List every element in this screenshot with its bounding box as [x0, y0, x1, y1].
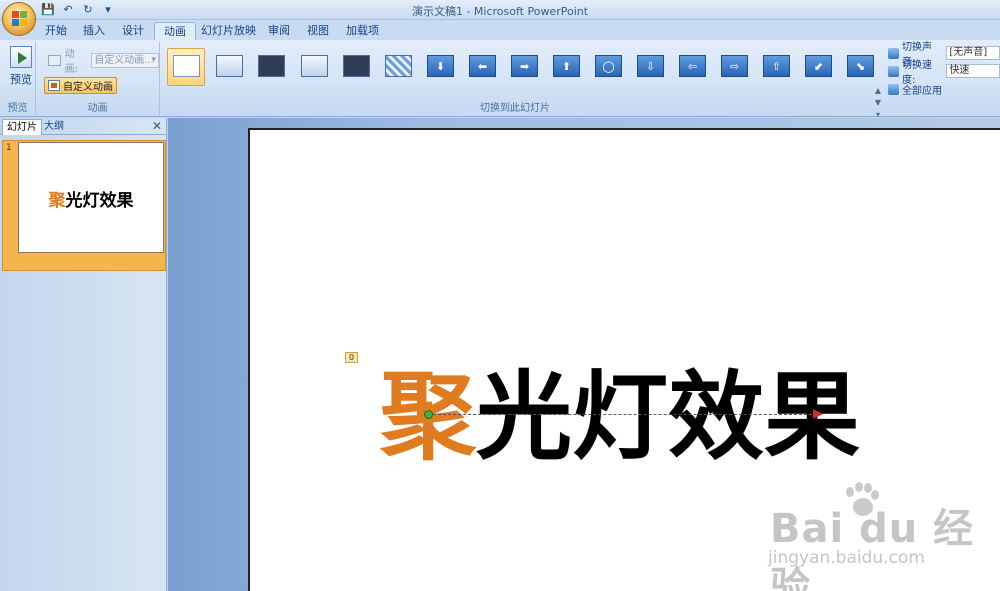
slide-thumbnail[interactable]: 聚光灯效果: [18, 142, 164, 253]
wipe-right-icon: ➡: [511, 55, 538, 77]
thumbnail-title-first: 聚: [48, 191, 66, 211]
transition-cover-left-down[interactable]: ⬋: [799, 48, 837, 86]
ribbon: 预览 预览 动画: 自定义动画... 自定义动画 动画 切换到此幻灯片 ⬇ ⬅ …: [0, 40, 1000, 119]
fade-black-icon: [258, 55, 285, 77]
thumbnail-title-rest: 光灯效果: [65, 191, 134, 211]
transition-gallery: ⬇ ⬅ ➡ ⬆ ◯ ⇩ ⇦ ⇨ ⇧ ⬋ ⬊: [165, 48, 875, 92]
tab-home[interactable]: 开始: [36, 22, 76, 41]
baidu-jingyan-watermark: Bai du 经验 jingyan.baidu.com: [760, 478, 1000, 591]
motion-path[interactable]: [428, 414, 822, 415]
preview-icon: [10, 46, 32, 68]
tab-slides[interactable]: 幻灯片: [2, 119, 42, 135]
slide-thumbnail-title: 聚光灯效果: [19, 186, 163, 211]
slide-title-rest: 光灯效果: [476, 361, 860, 473]
gallery-down-icon[interactable]: ▼: [873, 97, 883, 109]
transition-cover-up[interactable]: ⇧: [757, 48, 795, 86]
transition-cover-right[interactable]: ⇨: [715, 48, 753, 86]
animation-group-label: 动画: [87, 103, 108, 114]
tab-review[interactable]: 审阅: [259, 22, 299, 41]
cover-up-icon: ⇧: [763, 55, 790, 77]
wipe-left-icon: ⬅: [469, 55, 496, 77]
circle-icon: ◯: [595, 55, 622, 77]
office-logo-icon: [12, 11, 28, 27]
tab-slideshow[interactable]: 幻灯片放映: [192, 22, 265, 41]
preview-group: 预览 预览: [0, 42, 36, 115]
transition-speed-select[interactable]: 快速: [946, 64, 1000, 78]
slide-title[interactable]: 聚光灯效果: [380, 362, 860, 472]
title-bar: 💾 ↶ ↻ ▾ 演示文稿1 - Microsoft PowerPoint: [0, 0, 1000, 20]
transition-wipe-down[interactable]: ⬇: [421, 48, 459, 86]
apply-all-icon: [888, 83, 899, 95]
transition-fade-black[interactable]: [252, 48, 290, 86]
motion-path-start-icon[interactable]: [424, 410, 433, 419]
dissolve-icon: [385, 55, 412, 77]
apply-all-button[interactable]: 全部应用: [888, 80, 1000, 98]
animate-select[interactable]: 自定义动画...: [91, 52, 159, 68]
cut-icon: [301, 55, 328, 77]
transition-wipe-up[interactable]: ⬆: [547, 48, 585, 86]
transition-fade-smoothly[interactable]: [210, 48, 248, 86]
cover-down-icon: ⇩: [637, 55, 664, 77]
tab-insert[interactable]: 插入: [74, 22, 114, 41]
tab-outline[interactable]: 大纲: [40, 119, 68, 135]
custom-animation-label: 自定义动画: [63, 82, 113, 93]
preview-group-label: 预览: [7, 103, 28, 114]
slide-thumbnail-item[interactable]: 1 聚光灯效果: [2, 140, 166, 271]
motion-path-end-icon[interactable]: [813, 409, 823, 419]
custom-animation-button[interactable]: 自定义动画: [44, 77, 117, 94]
speed-icon: [888, 65, 899, 77]
wipe-down-icon: ⬇: [427, 55, 454, 77]
transition-none[interactable]: [167, 48, 205, 86]
office-button[interactable]: [2, 2, 36, 36]
slides-panel: 幻灯片 大纲 ✕ 1 聚光灯效果: [0, 118, 167, 591]
custom-animation-icon: [48, 80, 60, 91]
transition-sound-select[interactable]: [无声音]: [946, 46, 1000, 60]
animation-group: 动画: 自定义动画... 自定义动画 动画: [36, 42, 160, 115]
cover-left-down-icon: ⬋: [805, 55, 832, 77]
transition-wipe-left[interactable]: ⬅: [463, 48, 501, 86]
tab-addins[interactable]: 加载项: [337, 22, 388, 41]
transition-dissolve[interactable]: [379, 48, 417, 86]
animate-icon: [48, 54, 61, 66]
transition-cover-left[interactable]: ⇦: [673, 48, 711, 86]
fade-icon: [216, 55, 243, 77]
transition-speed-row: 切换速度: 快速: [888, 60, 1000, 86]
preview-button[interactable]: 预览: [6, 44, 36, 92]
sound-icon: [888, 47, 899, 59]
transition-group-label: 切换到此幻灯片: [480, 103, 550, 114]
transition-cut-black[interactable]: [337, 48, 375, 86]
cover-right-down-icon: ⬊: [847, 55, 874, 77]
ribbon-tabs: 开始 插入 设计 动画 幻灯片放映 审阅 视图 加载项: [0, 20, 1000, 41]
tab-animation[interactable]: 动画: [154, 22, 196, 41]
animate-label: 动画:: [64, 49, 78, 75]
close-icon[interactable]: ✕: [152, 119, 162, 133]
apply-all-label: 全部应用: [902, 85, 942, 97]
no-transition-icon: [173, 55, 200, 77]
transition-wipe-right[interactable]: ➡: [505, 48, 543, 86]
cover-left-icon: ⇦: [679, 55, 706, 77]
wipe-up-icon: ⬆: [553, 55, 580, 77]
slide-number: 1: [6, 143, 12, 153]
animation-order-tag[interactable]: 0: [345, 352, 358, 363]
watermark-logo: Bai du 经验: [770, 506, 975, 591]
transition-options: 切换声音: [无声音] 切换速度: 快速 全部应用: [888, 42, 1000, 98]
gallery-up-icon[interactable]: ▲: [873, 85, 883, 97]
window-title: 演示文稿1 - Microsoft PowerPoint: [411, 5, 589, 18]
watermark-url: jingyan.baidu.com: [768, 548, 925, 568]
cut-black-icon: [343, 55, 370, 77]
transition-cut[interactable]: [295, 48, 333, 86]
animate-row: 动画: 自定义动画...: [48, 49, 159, 75]
cover-right-icon: ⇨: [721, 55, 748, 77]
transition-cover-right-down[interactable]: ⬊: [841, 48, 879, 86]
tab-view[interactable]: 视图: [298, 22, 338, 41]
preview-label: 预览: [10, 73, 32, 86]
tab-design[interactable]: 设计: [113, 22, 153, 41]
transition-circle[interactable]: ◯: [589, 48, 627, 86]
panel-tabs: 幻灯片 大纲 ✕: [0, 118, 167, 135]
transition-cover-down[interactable]: ⇩: [631, 48, 669, 86]
